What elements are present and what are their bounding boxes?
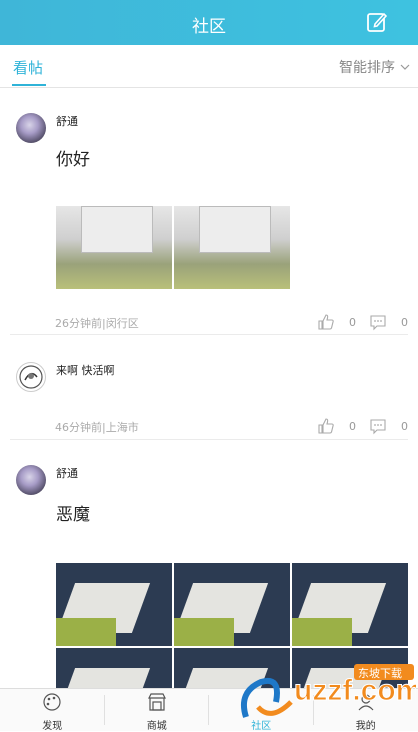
comment-icon xyxy=(369,313,387,331)
palette-icon xyxy=(42,692,62,712)
sort-dropdown[interactable]: 智能排序 xyxy=(339,57,410,77)
post-image[interactable] xyxy=(174,563,290,646)
post-content: 恶魔 xyxy=(56,500,90,525)
like-button[interactable]: 0 xyxy=(317,313,356,331)
community-icon xyxy=(251,692,271,712)
post-image[interactable] xyxy=(56,563,172,646)
logo-avatar-icon xyxy=(17,363,45,391)
store-icon xyxy=(147,692,167,712)
post-images xyxy=(56,563,416,688)
bottom-navigation: 发现 商城 社区 我的 xyxy=(0,688,418,731)
post-card[interactable]: 来啊 快活啊 46分钟前|上海市 0 0 xyxy=(10,335,408,440)
comment-count: 0 xyxy=(401,420,408,433)
like-button[interactable]: 0 xyxy=(317,417,356,435)
sub-navigation: 看帖 智能排序 xyxy=(0,45,418,88)
comment-button[interactable]: 0 xyxy=(369,313,408,331)
post-image[interactable] xyxy=(56,206,172,289)
comment-count: 0 xyxy=(401,316,408,329)
comment-icon xyxy=(369,417,387,435)
nav-store[interactable]: 商城 xyxy=(105,689,210,731)
avatar[interactable] xyxy=(16,465,46,495)
comment-button[interactable]: 0 xyxy=(369,417,408,435)
post-image[interactable] xyxy=(292,648,408,688)
page-title: 社区 xyxy=(0,12,418,37)
avatar[interactable] xyxy=(16,362,46,392)
like-count: 0 xyxy=(349,316,356,329)
nav-discover[interactable]: 发现 xyxy=(0,689,105,731)
post-meta: 46分钟前|上海市 xyxy=(55,419,139,435)
sort-label: 智能排序 xyxy=(339,57,395,77)
post-image[interactable] xyxy=(56,648,172,688)
post-author[interactable]: 舒通 xyxy=(56,465,78,481)
user-icon xyxy=(356,692,376,712)
avatar[interactable] xyxy=(16,113,46,143)
top-bar: 社区 xyxy=(0,0,418,45)
chevron-down-icon xyxy=(400,63,410,71)
active-tab-indicator xyxy=(12,84,46,86)
like-count: 0 xyxy=(349,420,356,433)
post-author[interactable]: 舒通 xyxy=(56,113,78,129)
post-image[interactable] xyxy=(292,563,408,646)
nav-profile[interactable]: 我的 xyxy=(314,689,418,731)
thumbs-up-icon xyxy=(317,313,335,331)
post-images xyxy=(56,206,290,289)
edit-post-icon[interactable] xyxy=(366,11,388,33)
tab-view-posts[interactable]: 看帖 xyxy=(13,57,43,78)
post-meta: 26分钟前|闵行区 xyxy=(55,315,139,331)
post-author[interactable]: 来啊 快活啊 xyxy=(56,362,115,378)
post-image[interactable] xyxy=(174,206,290,289)
post-content: 你好 xyxy=(56,145,90,170)
post-feed: 舒通 你好 26分钟前|闵行区 0 0 xyxy=(0,88,418,688)
thumbs-up-icon xyxy=(317,417,335,435)
post-card[interactable]: 舒通 恶魔 xyxy=(10,440,408,688)
post-image[interactable] xyxy=(174,648,290,688)
nav-community[interactable]: 社区 xyxy=(209,689,314,731)
post-card[interactable]: 舒通 你好 26分钟前|闵行区 0 0 xyxy=(10,88,408,335)
